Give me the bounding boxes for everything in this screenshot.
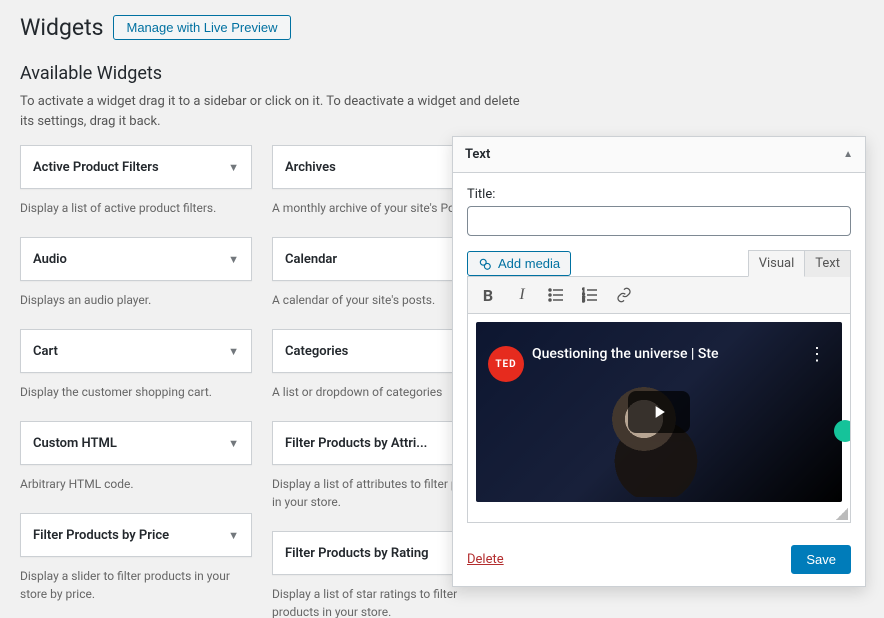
widget-filter-products-by-price[interactable]: Filter Products by Price ▼ <box>20 513 252 557</box>
available-widgets-help: To activate a widget drag it to a sideba… <box>20 92 520 131</box>
chevron-down-icon: ▼ <box>228 253 239 266</box>
add-media-label: Add media <box>498 256 560 271</box>
chevron-down-icon: ▼ <box>228 345 239 358</box>
widget-title: Active Product Filters <box>33 160 159 175</box>
numbered-list-button[interactable]: 123 <box>580 285 600 305</box>
widget-title: Calendar <box>285 252 337 267</box>
add-media-button[interactable]: Add media <box>467 251 571 276</box>
chevron-down-icon: ▼ <box>228 437 239 450</box>
widget-title: Archives <box>285 160 336 175</box>
delete-link[interactable]: Delete <box>467 552 504 567</box>
collapse-icon[interactable]: ▲ <box>843 149 853 160</box>
tab-visual[interactable]: Visual <box>748 250 806 277</box>
play-button[interactable] <box>628 391 690 433</box>
svg-text:3: 3 <box>582 298 585 303</box>
text-widget-panel: Text ▲ Title: Add media Visual Text B I <box>452 136 866 587</box>
editor-content[interactable]: TED Questioning the universe | Ste ⋮ <box>467 313 851 523</box>
widget-cart[interactable]: Cart ▼ <box>20 329 252 373</box>
widget-desc: Display the customer shopping cart. <box>20 373 252 421</box>
video-title: Questioning the universe | Ste <box>532 346 792 362</box>
widget-active-product-filters[interactable]: Active Product Filters ▼ <box>20 145 252 189</box>
widget-title: Cart <box>33 344 58 359</box>
available-widgets-heading: Available Widgets <box>20 63 864 84</box>
widget-title: Categories <box>285 344 348 359</box>
save-button[interactable]: Save <box>791 545 851 574</box>
widget-desc: Displays an audio player. <box>20 281 252 329</box>
widget-title: Filter Products by Price <box>33 528 169 543</box>
title-label: Title: <box>467 187 851 202</box>
chevron-down-icon: ▼ <box>228 529 239 542</box>
video-menu-icon[interactable]: ⋮ <box>808 350 826 360</box>
widget-title: Filter Products by Rating <box>285 546 429 561</box>
widget-title: Custom HTML <box>33 436 117 451</box>
bold-button[interactable]: B <box>478 285 498 305</box>
chevron-down-icon: ▼ <box>228 161 239 174</box>
widget-title: Audio <box>33 252 67 267</box>
widget-desc: Display a slider to filter products in y… <box>20 557 252 618</box>
resize-handle-icon[interactable] <box>836 508 848 520</box>
widget-audio[interactable]: Audio ▼ <box>20 237 252 281</box>
italic-button[interactable]: I <box>512 285 532 305</box>
widget-custom-html[interactable]: Custom HTML ▼ <box>20 421 252 465</box>
page-title: Widgets <box>20 14 103 41</box>
embedded-video[interactable]: TED Questioning the universe | Ste ⋮ <box>476 322 842 502</box>
widget-desc: Arbitrary HTML code. <box>20 465 252 513</box>
title-input[interactable] <box>467 206 851 236</box>
grammarly-icon[interactable] <box>834 420 851 442</box>
widget-desc: Display a list of active product filters… <box>20 189 252 237</box>
ted-badge: TED <box>488 346 524 382</box>
widget-title: Filter Products by Attri... <box>285 436 427 451</box>
media-icon <box>478 257 492 271</box>
text-widget-header: Text <box>465 147 490 162</box>
editor-toolbar: B I 123 <box>467 276 851 313</box>
tab-text[interactable]: Text <box>805 250 851 277</box>
bullet-list-button[interactable] <box>546 285 566 305</box>
manage-live-preview-button[interactable]: Manage with Live Preview <box>113 15 290 40</box>
link-button[interactable] <box>614 285 634 305</box>
